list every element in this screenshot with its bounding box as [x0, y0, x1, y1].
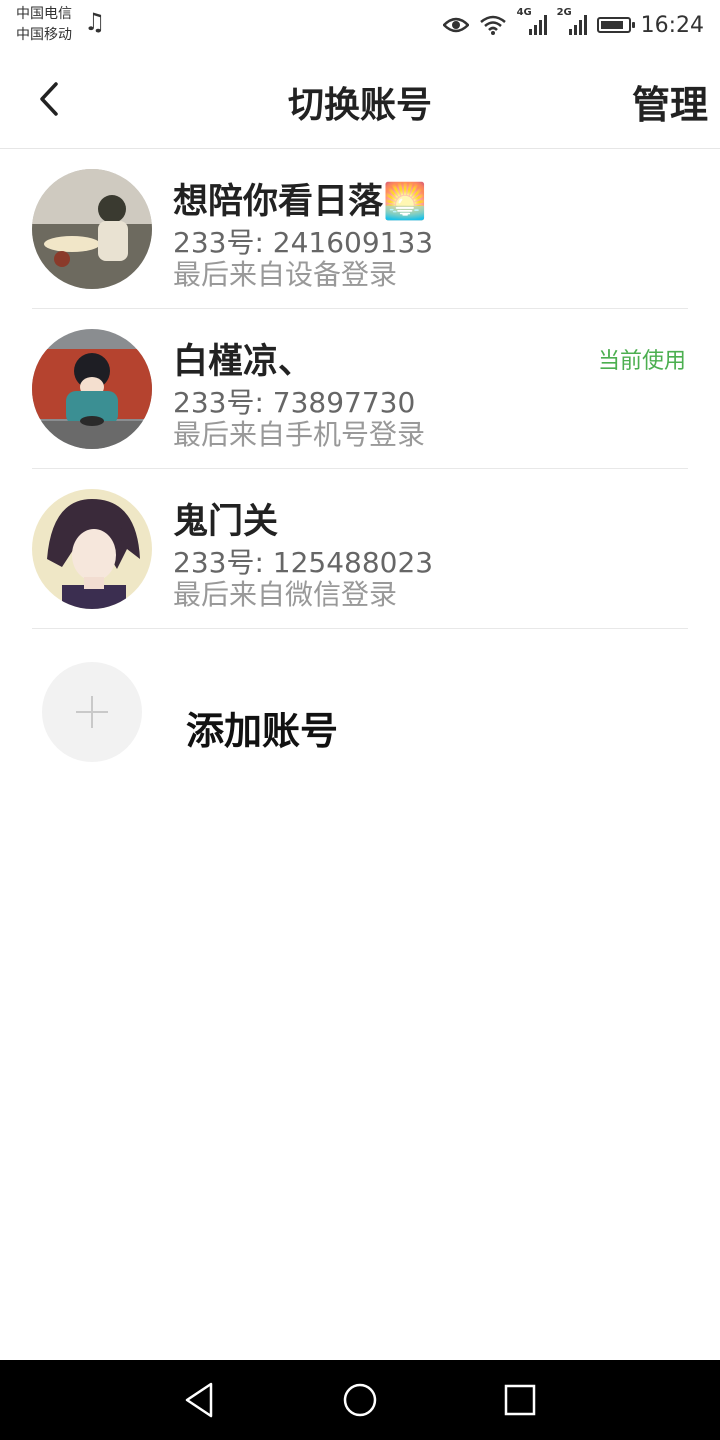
wifi-icon — [479, 15, 506, 35]
status-icons: 4G 2G 16:24 — [442, 7, 704, 40]
account-list: 想陪你看日落🌅 233号: 241609133 最后来自设备登录 白槿凉、 23… — [0, 149, 720, 629]
avatar — [32, 329, 152, 449]
signal-4g-icon: 4G — [517, 7, 547, 37]
nav-recents-icon[interactable] — [500, 1380, 540, 1420]
account-name: 想陪你看日落🌅 — [173, 182, 427, 222]
status-bar: 中国电信 中国移动 ♫ 4G 2G 16:24 — [0, 0, 720, 50]
last-login-method: 最后来自微信登录 — [173, 578, 398, 611]
nav-home-icon[interactable] — [340, 1380, 380, 1420]
signal-2g-icon: 2G — [557, 7, 587, 37]
add-account-label[interactable]: 添加账号 — [186, 700, 338, 755]
account-row[interactable]: 想陪你看日落🌅 233号: 241609133 最后来自设备登录 — [0, 149, 720, 309]
avatar — [32, 489, 152, 609]
battery-icon — [596, 17, 635, 33]
manage-button[interactable]: 管理 — [632, 74, 708, 129]
battery-level — [600, 21, 623, 29]
current-account-badge: 当前使用 — [597, 349, 686, 374]
account-name: 白槿凉、 — [173, 342, 314, 382]
nav-back-icon[interactable] — [180, 1380, 220, 1420]
music-note-icon: ♫ — [84, 8, 106, 36]
account-row[interactable]: 鬼门关 233号: 125488023 最后来自微信登录 — [0, 469, 720, 629]
carrier-1: 中国电信 — [16, 6, 72, 22]
clock: 16:24 — [640, 12, 704, 38]
last-login-method: 最后来自设备登录 — [173, 258, 398, 291]
account-row[interactable]: 白槿凉、 233号: 73897730 最后来自手机号登录 当前使用 — [0, 309, 720, 469]
carrier-info: 中国电信 中国移动 — [16, 4, 72, 46]
navigation-bar — [0, 1360, 720, 1440]
add-account-row[interactable]: 添加账号 — [0, 642, 720, 782]
account-name: 鬼门关 — [173, 502, 279, 542]
avatar — [32, 169, 152, 289]
eye-icon — [442, 17, 469, 33]
header: 切换账号 管理 — [0, 50, 720, 149]
last-login-method: 最后来自手机号登录 — [173, 418, 426, 451]
carrier-2: 中国移动 — [16, 27, 72, 43]
page-title: 切换账号 — [287, 85, 432, 126]
plus-icon[interactable] — [42, 662, 142, 762]
